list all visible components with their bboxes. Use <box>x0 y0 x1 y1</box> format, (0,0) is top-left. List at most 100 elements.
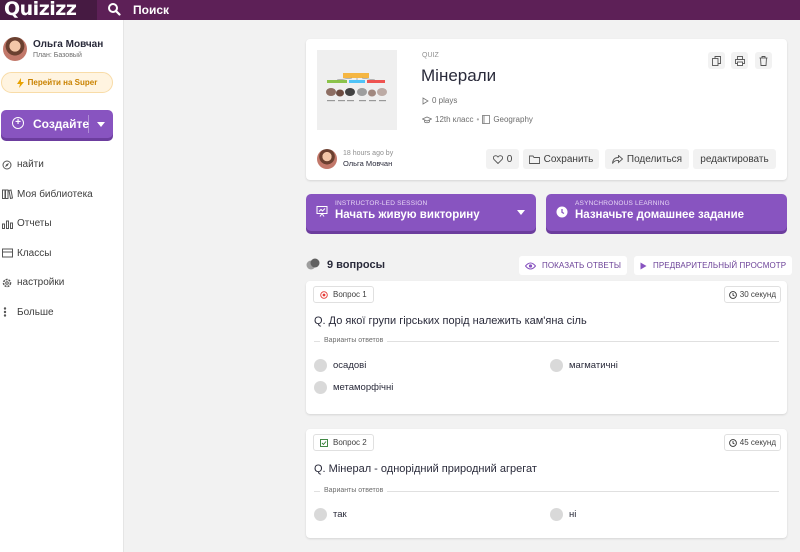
answer-option-label: ні <box>569 509 577 520</box>
answer-option: ні <box>550 508 576 521</box>
lightning-icon <box>16 77 24 88</box>
clock-icon <box>728 438 737 447</box>
assign-homework-button[interactable]: ASYNCHRONOUS LEARNING Назначьте домашнее… <box>546 194 787 231</box>
quizizz-logo[interactable]: Quizizz <box>0 0 97 20</box>
copy-button[interactable] <box>708 52 725 69</box>
edit-button[interactable]: редактировать <box>693 149 776 169</box>
library-icon <box>2 189 17 200</box>
chevron-down-icon[interactable] <box>517 210 525 215</box>
user-plan: План: Базовый <box>33 52 82 59</box>
checkbox-icon <box>320 438 328 447</box>
play-icon <box>422 96 429 105</box>
questions-count: 9 вопросы <box>327 259 385 271</box>
sidebar-item-settings[interactable]: настройки <box>2 268 122 298</box>
option-marker <box>550 508 563 521</box>
sidebar-item-library[interactable]: Моя библиотека <box>2 180 122 210</box>
multiple-choice-icon <box>320 290 328 299</box>
create-label: Создайте <box>33 117 90 131</box>
sidebar-item-label: Моя библиотека <box>17 188 93 200</box>
create-button[interactable]: + Создайте <box>1 110 113 138</box>
more-icon <box>2 307 17 317</box>
copy-icon <box>712 55 721 66</box>
quiz-thumbnail[interactable] <box>317 50 397 130</box>
answer-option: так <box>314 508 347 521</box>
answer-option-label: осадові <box>333 360 367 371</box>
meta-separator: • <box>476 115 480 124</box>
question-number: Вопрос 2 <box>313 434 374 451</box>
sidebar-item-more[interactable]: Больше <box>2 298 122 328</box>
reports-icon <box>2 219 17 229</box>
share-label: Поделиться <box>626 153 683 165</box>
author-avatar <box>317 149 337 169</box>
quiz-subject: Geography <box>493 115 533 124</box>
upgrade-super-button[interactable]: Перейти на Super <box>1 72 113 93</box>
quiz-meta: 12th класс • Geography <box>422 115 533 124</box>
question-card[interactable]: Вопрос 1 30 секунд Q. До якої групи гірс… <box>306 281 787 414</box>
sidebar-item-label: найти <box>17 159 44 171</box>
sidebar-item-label: Больше <box>17 306 54 318</box>
share-button[interactable]: Поделиться <box>605 149 689 169</box>
search-icon[interactable] <box>107 2 121 16</box>
delete-button[interactable] <box>755 52 772 69</box>
clock-icon <box>728 290 737 299</box>
answer-option: осадові <box>314 359 366 372</box>
search-bar <box>97 0 800 20</box>
save-label: Сохранить <box>543 153 594 165</box>
share-icon <box>611 154 623 164</box>
option-marker <box>314 508 327 521</box>
start-live-quiz-button[interactable]: INSTRUCTOR-LED SESSION Начать живую викт… <box>306 194 536 231</box>
sidebar: Ольга Мовчан План: Базовый Перейти на Su… <box>0 20 124 552</box>
minerals-chart-image <box>317 50 397 130</box>
sidebar-item-label: настройки <box>17 277 65 289</box>
eye-icon <box>525 262 536 269</box>
question-time: 30 секунд <box>723 286 781 303</box>
like-button[interactable]: 0 <box>486 149 519 169</box>
answer-option: магматичні <box>550 359 618 372</box>
quiz-title: Мінерали <box>421 66 497 85</box>
live-session-sublabel: INSTRUCTOR-LED SESSION <box>335 200 428 207</box>
avatar <box>3 37 27 61</box>
create-divider <box>88 115 89 133</box>
show-answers-label: ПОКАЗАТЬ ОТВЕТЫ <box>542 261 622 270</box>
presentation-icon <box>316 206 328 217</box>
sidebar-item-find[interactable]: найти <box>2 150 122 180</box>
edit-label: редактировать <box>700 153 769 165</box>
option-marker <box>550 359 563 372</box>
clock-icon <box>556 206 568 218</box>
question-time-label: 45 секунд <box>739 438 776 447</box>
quiz-plays: 0 plays <box>422 96 457 105</box>
preview-label: ПРЕДВАРИТЕЛЬНЫЙ ПРОСМОТР <box>653 261 787 270</box>
save-button[interactable]: Сохранить <box>523 149 599 169</box>
quiz-grade: 12th класс <box>435 115 474 124</box>
sidebar-item-reports[interactable]: Отчеты <box>2 209 122 239</box>
upgrade-super-label: Перейти на Super <box>27 78 98 87</box>
chevron-down-icon[interactable] <box>97 122 105 127</box>
answers-label: Варианты ответов <box>320 487 388 494</box>
question-number-label: Вопрос 1 <box>333 290 367 299</box>
answer-option-label: метаморфічні <box>333 382 394 393</box>
option-marker <box>314 381 327 394</box>
answer-option-label: так <box>333 509 347 520</box>
author-time: 18 hours ago by <box>343 150 394 157</box>
compass-icon <box>2 160 17 170</box>
question-card[interactable]: Вопрос 2 45 секунд Q. Мінерал - однорідн… <box>306 429 787 538</box>
question-time-label: 30 секунд <box>739 290 776 299</box>
preview-button[interactable]: ПРЕДВАРИТЕЛЬНЫЙ ПРОСМОТР <box>634 256 793 275</box>
folder-icon <box>528 155 540 164</box>
quiz-info-card: QUIZ Мінерали 0 plays 12th класс • Geogr… <box>306 39 787 180</box>
sidebar-item-label: Отчеты <box>17 218 52 230</box>
sidebar-item-classes[interactable]: Классы <box>2 239 122 269</box>
search-input[interactable] <box>133 0 433 20</box>
show-answers-button[interactable]: ПОКАЗАТЬ ОТВЕТЫ <box>519 256 628 275</box>
sidebar-item-label: Классы <box>17 247 52 259</box>
question-stack-icon <box>306 258 320 270</box>
print-button[interactable] <box>731 52 748 69</box>
question-number: Вопрос 1 <box>313 286 374 303</box>
answer-option: метаморфічні <box>314 381 393 394</box>
graduation-cap-icon <box>422 116 432 123</box>
user-profile[interactable]: Ольга Мовчан План: Базовый <box>3 37 123 67</box>
answers-label: Варианты ответов <box>320 337 388 344</box>
author-name[interactable]: Ольга Мовчан <box>343 159 392 168</box>
likes-count: 0 <box>506 153 513 165</box>
printer-icon <box>734 55 745 66</box>
